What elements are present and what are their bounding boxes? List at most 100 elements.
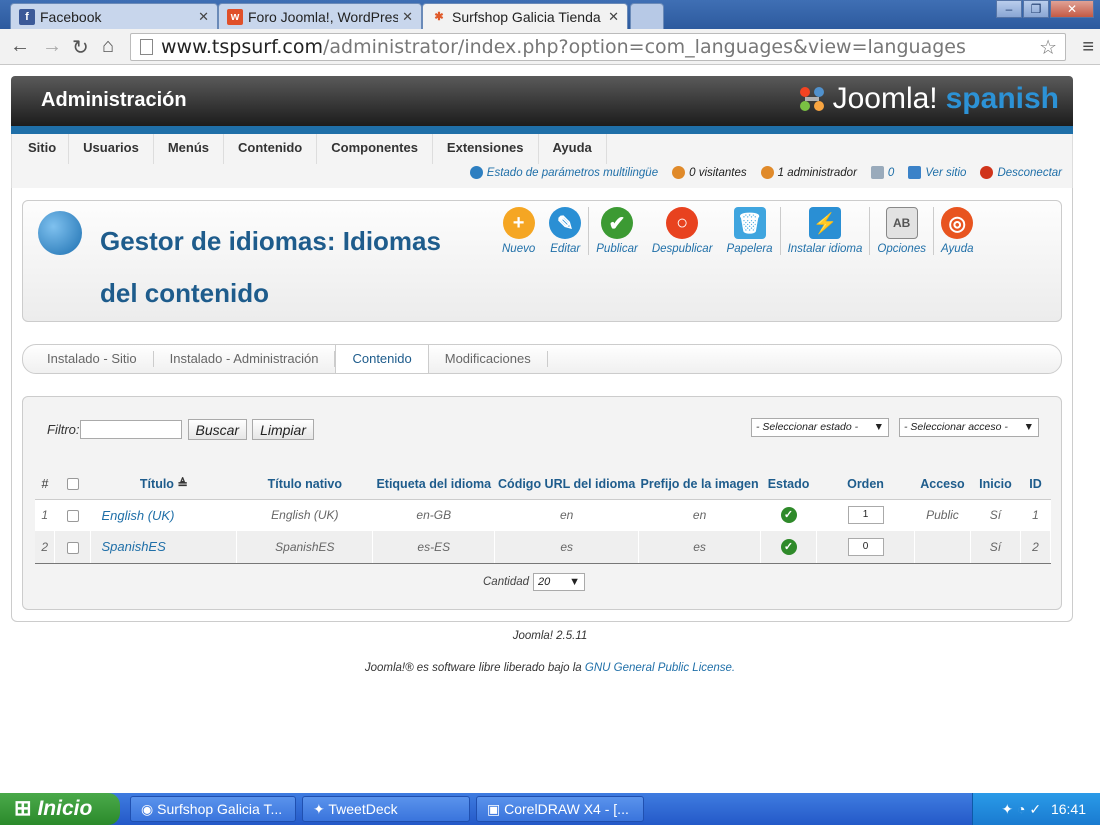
- toolbar-publish-button[interactable]: ✔ Publicar: [588, 207, 645, 255]
- state-select[interactable]: - Seleccionar estado - ▼: [751, 418, 889, 437]
- tab-label: Foro Joomla!, WordPres: [248, 8, 398, 25]
- col-id[interactable]: ID: [1020, 469, 1051, 500]
- pagination-select[interactable]: 20 ▼: [533, 573, 586, 591]
- filter-search-input[interactable]: [79, 420, 182, 439]
- row-access: [914, 531, 971, 564]
- gpl-link[interactable]: GNU General Public License.: [585, 662, 735, 674]
- tab-installed-site[interactable]: Instalado - Sitio: [31, 351, 154, 367]
- access-select[interactable]: - Seleccionar acceso - ▼: [899, 418, 1039, 437]
- row-title-link[interactable]: SpanishES: [90, 531, 238, 564]
- search-button[interactable]: Buscar: [187, 419, 248, 440]
- taskbar-item-tweetdeck[interactable]: ✦ TweetDeck: [302, 796, 470, 822]
- published-check-icon[interactable]: ✓: [780, 538, 797, 555]
- tab-content[interactable]: Contenido: [335, 345, 429, 373]
- toolbar-help-button[interactable]: ◎ Ayuda: [932, 207, 981, 255]
- menu-ayuda[interactable]: Ayuda: [539, 134, 607, 164]
- close-icon[interactable]: ✕: [198, 9, 209, 25]
- browser-tab-surfshop[interactable]: ✱ Surfshop Galicia Tienda ✕: [422, 3, 628, 29]
- menu-menus[interactable]: Menús: [154, 134, 224, 164]
- tab-overrides[interactable]: Modificaciones: [429, 351, 548, 367]
- pagination-label: Cantidad: [483, 576, 530, 588]
- messages-status[interactable]: 0: [870, 166, 894, 179]
- row-language-tag: en-GB: [372, 499, 496, 531]
- tray-icons[interactable]: ✦ ◔ ✓: [1001, 801, 1041, 817]
- view-site-link[interactable]: Ver sitio: [908, 166, 966, 179]
- row-state[interactable]: ✓: [760, 531, 818, 564]
- browser-tab-facebook[interactable]: f Facebook ✕: [10, 3, 218, 29]
- col-state[interactable]: Estado: [760, 469, 817, 500]
- menu-sitio[interactable]: Sitio: [12, 134, 70, 164]
- row-order[interactable]: 1: [816, 499, 915, 531]
- col-language-tag[interactable]: Etiqueta del idioma: [372, 469, 495, 500]
- col-image-prefix[interactable]: Prefijo de la imagen: [638, 469, 761, 500]
- row-state[interactable]: ✓: [760, 499, 818, 531]
- admin-header: Administración Joomla! spanish: [11, 76, 1073, 126]
- browser-toolbar: ← → ↻ ⌂ www.tspsurf.com/administrator/in…: [0, 29, 1100, 65]
- reload-icon[interactable]: ↻: [72, 35, 89, 60]
- row-order[interactable]: 0: [816, 531, 915, 564]
- col-url-code[interactable]: Código URL del idioma: [494, 469, 639, 500]
- menu-extensiones[interactable]: Extensiones: [433, 134, 539, 164]
- browser-menu-icon[interactable]: ≡: [1082, 36, 1094, 59]
- new-tab-button[interactable]: [630, 3, 664, 29]
- clear-button[interactable]: Limpiar: [252, 419, 314, 440]
- sort-icon: ≜: [177, 477, 188, 492]
- row-id: 2: [1020, 531, 1052, 564]
- toolbar-install-language-button[interactable]: ⚡ Instalar idioma: [779, 207, 870, 255]
- back-arrow-icon[interactable]: ←: [10, 35, 30, 58]
- bookmark-star-icon[interactable]: ☆: [1039, 34, 1057, 60]
- close-icon[interactable]: ✕: [608, 9, 619, 25]
- toolbar-edit-button[interactable]: ✎ Editar: [542, 207, 588, 255]
- toolbar-new-button[interactable]: + Nuevo: [495, 207, 542, 255]
- check-all-checkbox[interactable]: [66, 478, 79, 491]
- col-native-title[interactable]: Título nativo: [236, 469, 373, 500]
- col-home[interactable]: Inicio: [970, 469, 1021, 500]
- home-icon[interactable]: ⌂: [102, 35, 114, 58]
- check-icon: ✔: [601, 207, 634, 239]
- language-subtabs: Instalado - Sitio Instalado - Administra…: [22, 344, 1062, 374]
- admins-status: 1 administrador: [760, 166, 857, 179]
- url-host: www.tspsurf.com: [161, 36, 324, 58]
- col-checkall[interactable]: [54, 469, 91, 500]
- col-number[interactable]: #: [35, 469, 55, 500]
- windows-taskbar: ⊞ Inicio ◉ Surfshop Galicia T... ✦ Tweet…: [0, 793, 1100, 825]
- row-number: 1: [35, 499, 56, 531]
- menu-usuarios[interactable]: Usuarios: [69, 134, 154, 164]
- window-close-icon[interactable]: ✕: [1050, 0, 1094, 18]
- menu-contenido[interactable]: Contenido: [224, 134, 318, 164]
- order-input[interactable]: 1: [847, 506, 884, 525]
- multilang-status[interactable]: Estado de parámetros multilingüe: [469, 166, 658, 179]
- order-input[interactable]: 0: [847, 537, 884, 556]
- row-select[interactable]: [54, 499, 92, 531]
- taskbar-item-coreldraw[interactable]: ▣ CorelDRAW X4 - [...: [476, 796, 644, 822]
- menu-componentes[interactable]: Componentes: [317, 134, 433, 164]
- status-row: Estado de parámetros multilingüe 0 visit…: [456, 166, 1062, 179]
- browser-tab-forum[interactable]: w Foro Joomla!, WordPres ✕: [218, 3, 422, 29]
- power-icon: [980, 166, 994, 179]
- row-title-link[interactable]: English (UK): [90, 499, 238, 531]
- forward-arrow-icon[interactable]: →: [42, 35, 62, 58]
- published-check-icon[interactable]: ✓: [780, 507, 797, 524]
- start-button[interactable]: ⊞ Inicio: [0, 793, 120, 825]
- col-title[interactable]: Título ≜: [90, 469, 237, 500]
- toolbar-unpublish-button[interactable]: ○ Despublicar: [645, 207, 720, 255]
- row-select[interactable]: [54, 531, 92, 564]
- visitors-status: 0 visitantes: [672, 166, 747, 179]
- row-checkbox[interactable]: [66, 541, 79, 554]
- close-icon[interactable]: ✕: [402, 9, 413, 25]
- logout-link[interactable]: Desconectar: [980, 166, 1062, 179]
- row-language-tag: es-ES: [372, 531, 496, 564]
- tab-installed-admin[interactable]: Instalado - Administración: [154, 351, 336, 367]
- toolbar-trash-button[interactable]: 🗑 Papelera: [720, 207, 780, 255]
- toolbar-options-button[interactable]: AB Opciones: [869, 207, 933, 255]
- col-order[interactable]: Orden: [816, 469, 915, 500]
- languages-table: # Título ≜ Título nativo Etiqueta del id…: [35, 469, 1052, 564]
- row-checkbox[interactable]: [66, 510, 79, 523]
- minimize-icon[interactable]: –: [996, 0, 1022, 18]
- taskbar-item-browser[interactable]: ◉ Surfshop Galicia T...: [130, 796, 296, 822]
- col-access[interactable]: Acceso: [914, 469, 971, 500]
- maximize-icon[interactable]: ❐: [1023, 0, 1049, 18]
- pagination-limit: Cantidad 20 ▼: [483, 573, 586, 591]
- row-home: Sí: [970, 499, 1021, 531]
- address-bar[interactable]: www.tspsurf.com/administrator/index.php?…: [130, 33, 1066, 61]
